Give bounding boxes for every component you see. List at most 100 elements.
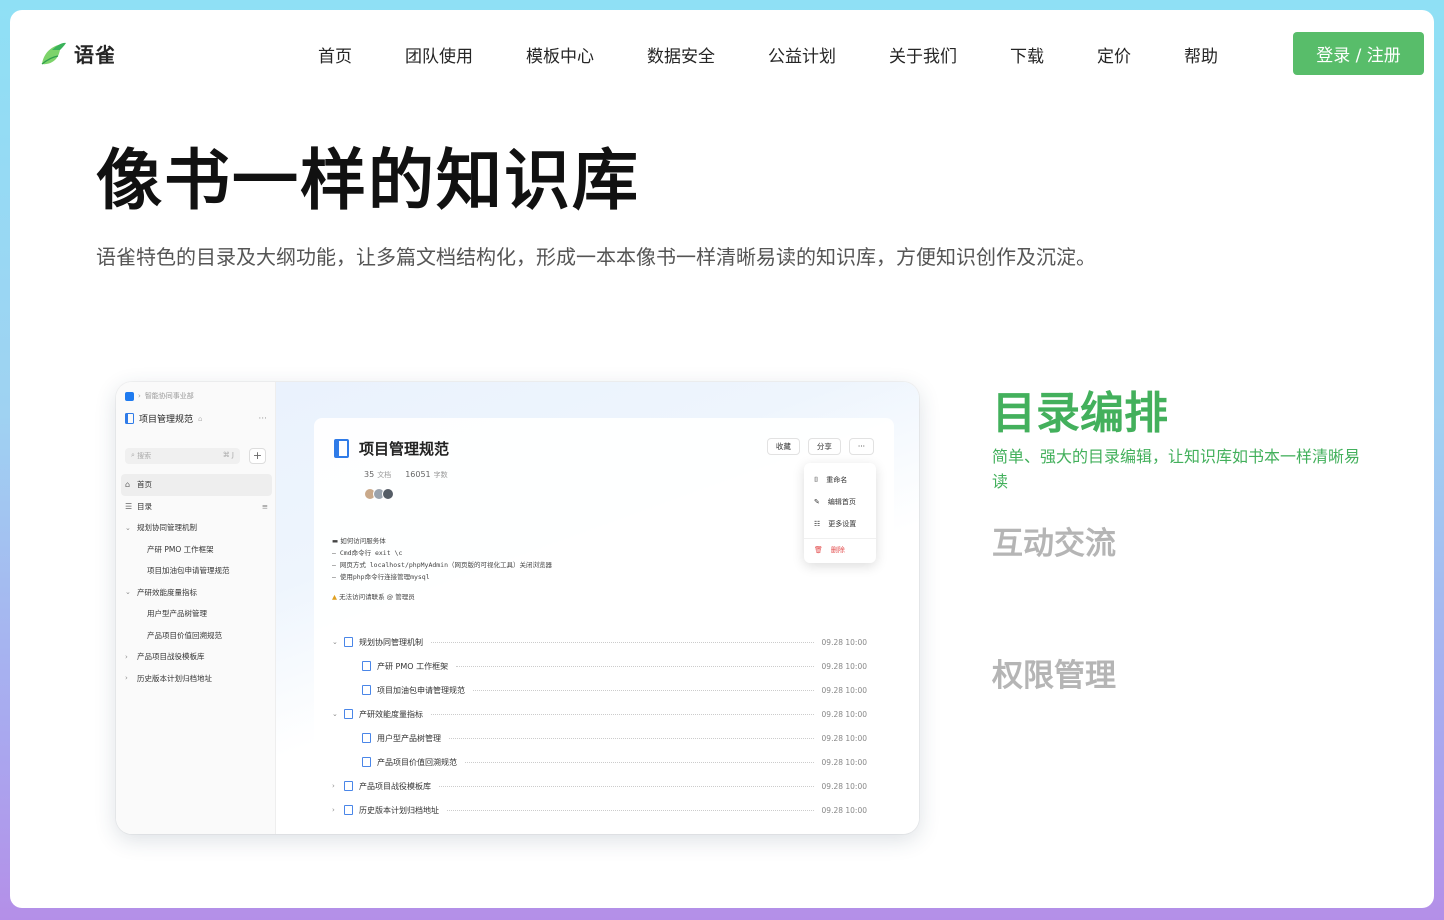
nav-pricing[interactable]: 定价 [1097, 42, 1131, 67]
share-button: 分享 [807, 438, 841, 455]
doc-actions: 收藏 分享 ··· [766, 438, 874, 455]
top-nav: 首页 团队使用 模板中心 数据安全 公益计划 关于我们 下载 定价 帮助 [318, 42, 1218, 67]
sidebar-item-label: 产研 PMO 工作框架 [147, 544, 214, 554]
mockup-sidebar: › 智能协同事业部 项目管理规范 ⌂ ··· ⌕ 搜索 ⌘ J + ⌂ 首页 ☰… [116, 382, 276, 834]
toc-row: 项目加油包申请管理规范 09.28 10:00 [332, 678, 867, 702]
doc-title: 项目管理规范 [359, 440, 450, 458]
sidebar-item-home: ⌂ 首页 [121, 474, 272, 496]
feature-description: 简单、强大的目录编辑，让知识库如书本一样清晰易读 [992, 447, 1361, 491]
doc-icon [344, 805, 353, 815]
menu-delete: 🗑 删除 [804, 538, 876, 560]
sidebar-item-label: 产品项目价值回溯规范 [147, 630, 222, 640]
workspace-logo-icon [125, 391, 134, 401]
word-count: 16051 字数 [405, 470, 448, 479]
more-dots-icon: ··· [258, 413, 267, 424]
avatar [382, 488, 394, 500]
doc-toc: ⌄ 规划协同管理机制 09.28 10:00 产研 PMO 工作框架 09.28 10… [332, 630, 867, 822]
toc-edit-icon: ≡ [261, 501, 268, 511]
home-icon: ⌂ [125, 480, 131, 490]
doc-icon [362, 661, 371, 671]
more-button: ··· [848, 438, 874, 455]
toc-row: ⌄ 规划协同管理机制 09.28 10:00 [332, 637, 867, 647]
sidebar-item: 用户型产品树管理 [121, 603, 272, 625]
chevron-down-icon: ⌄ [125, 588, 131, 597]
rename-icon: ⌷ [814, 475, 819, 484]
toc-row: › 产品项目战役模板库 09.28 10:00 [332, 781, 867, 791]
toc-row: ⌄ 产研效能度量指标 09.28 10:00 [332, 709, 867, 719]
more-menu: ⌷ 重命名 ✎ 编辑首页 ☷ 更多设置 🗑 删除 [804, 463, 876, 563]
sidebar-breadcrumb: › 智能协同事业部 [125, 391, 194, 401]
product-mockup: › 智能协同事业部 项目管理规范 ⌂ ··· ⌕ 搜索 ⌘ J + ⌂ 首页 ☰… [116, 382, 919, 834]
logo[interactable]: 语雀 [38, 38, 116, 68]
breadcrumb-text: 智能协同事业部 [144, 392, 194, 400]
sidebar-item-label: 项目加油包申请管理规范 [147, 566, 230, 576]
hero-title: 像书一样的知识库 [96, 142, 640, 219]
sidebar-item-label: 规划协同管理机制 [137, 523, 197, 533]
notes-warning: ▲ 无法访问请联系 @ 管理员 [332, 593, 415, 601]
pencil-icon: ✎ [814, 498, 820, 506]
sidebar-item: 产研 PMO 工作框架 [121, 539, 272, 561]
doc-icon [362, 733, 371, 743]
nav-help[interactable]: 帮助 [1184, 42, 1218, 67]
monitor-icon: ▬ [332, 537, 339, 545]
nav-security[interactable]: 数据安全 [647, 42, 715, 67]
plus-icon: + [249, 448, 266, 464]
sidebar-item-label: 目录 [137, 501, 152, 511]
menu-edit-home: ✎ 编辑首页 [814, 498, 856, 506]
toc-icon: ☰ [125, 501, 133, 511]
toc-row: 产研 PMO 工作框架 09.28 10:00 [332, 654, 867, 678]
trash-icon: 🗑 [814, 545, 823, 554]
chevron-right-icon: › [125, 674, 128, 683]
doc-stats: 35 文档 16051 字数 [364, 470, 448, 480]
lock-icon: ⌂ [198, 414, 203, 423]
sidebar-item-label: 产品项目战役模板库 [137, 652, 205, 662]
sidebar-tree: ⌂ 首页 ☰ 目录 ≡ ⌄ 规划协同管理机制 产研 PMO 工作框架 项目加油包… [121, 474, 272, 689]
nav-about[interactable]: 关于我们 [889, 42, 957, 67]
sidebar-item: 项目加油包申请管理规范 [121, 560, 272, 582]
book-title-text: 项目管理规范 [139, 415, 194, 425]
toc-row: › 历史版本计划归档地址 09.28 10:00 [332, 805, 867, 815]
collaborator-avatars [364, 488, 394, 500]
search-shortcut: ⌘ J [222, 451, 234, 459]
sidebar-item: ⌄ 产研效能度量指标 [121, 582, 272, 604]
sidebar-item-label: 用户型产品树管理 [147, 609, 207, 619]
doc-icon [344, 709, 353, 719]
hero-subtitle: 语雀特色的目录及大纲功能，让多篇文档结构化，形成一本本像书一样清晰易读的知识库，… [96, 245, 1096, 269]
doc-card: 项目管理规范 35 文档 16051 字数 收藏 分享 ··· ⌷ 重命名 ✎ … [314, 418, 894, 834]
notes-line: – 使用php命令行连接管理mysql [332, 573, 430, 581]
feature-tab-interaction[interactable]: 互动交流 [992, 518, 1116, 563]
chevron-down-icon: ⌄ [332, 638, 338, 646]
notes-line: – Cmd命令行 exit \c [332, 549, 403, 557]
sidebar-item-toc: ☰ 目录 ≡ [121, 496, 272, 518]
nav-team[interactable]: 团队使用 [405, 42, 473, 67]
menu-more-settings: ☷ 更多设置 [814, 520, 857, 528]
doc-icon [362, 757, 371, 767]
chevron-down-icon: ⌄ [332, 710, 338, 718]
menu-rename: ⌷ 重命名 [814, 475, 848, 485]
doc-icon [344, 637, 353, 647]
chevron-right-icon: › [332, 806, 335, 814]
feature-tab-permissions[interactable]: 权限管理 [992, 650, 1116, 695]
sidebar-item: ⌄ 规划协同管理机制 [121, 517, 272, 539]
collect-button: 收藏 [766, 438, 800, 455]
sidebar-search: ⌕ 搜索 ⌘ J [125, 448, 240, 464]
nav-templates[interactable]: 模板中心 [526, 42, 594, 67]
feature-tab-toc-arrange[interactable]: 目录编排 [992, 377, 1168, 441]
sidebar-item: › 历史版本计划归档地址 [121, 668, 272, 690]
doc-icon [344, 781, 353, 791]
nav-charity[interactable]: 公益计划 [768, 42, 836, 67]
sidebar-item: › 产品项目战役模板库 [121, 646, 272, 668]
toc-row: 用户型产品树管理 09.28 10:00 [332, 726, 867, 750]
nav-home[interactable]: 首页 [318, 42, 352, 67]
search-placeholder: 搜索 [137, 452, 152, 460]
login-register-button[interactable]: 登录 / 注册 [1293, 32, 1424, 75]
sidebar-item-label: 产研效能度量指标 [137, 587, 197, 597]
book-icon [334, 439, 349, 458]
nav-download[interactable]: 下载 [1010, 42, 1044, 67]
breadcrumb-chevron-icon: › [138, 392, 141, 400]
browser-window: 语雀 首页 团队使用 模板中心 数据安全 公益计划 关于我们 下载 定价 帮助 … [10, 10, 1434, 908]
brand-name: 语雀 [74, 42, 116, 67]
warning-icon: ▲ [332, 593, 337, 601]
search-icon: ⌕ [131, 451, 135, 459]
chevron-right-icon: › [125, 652, 128, 661]
